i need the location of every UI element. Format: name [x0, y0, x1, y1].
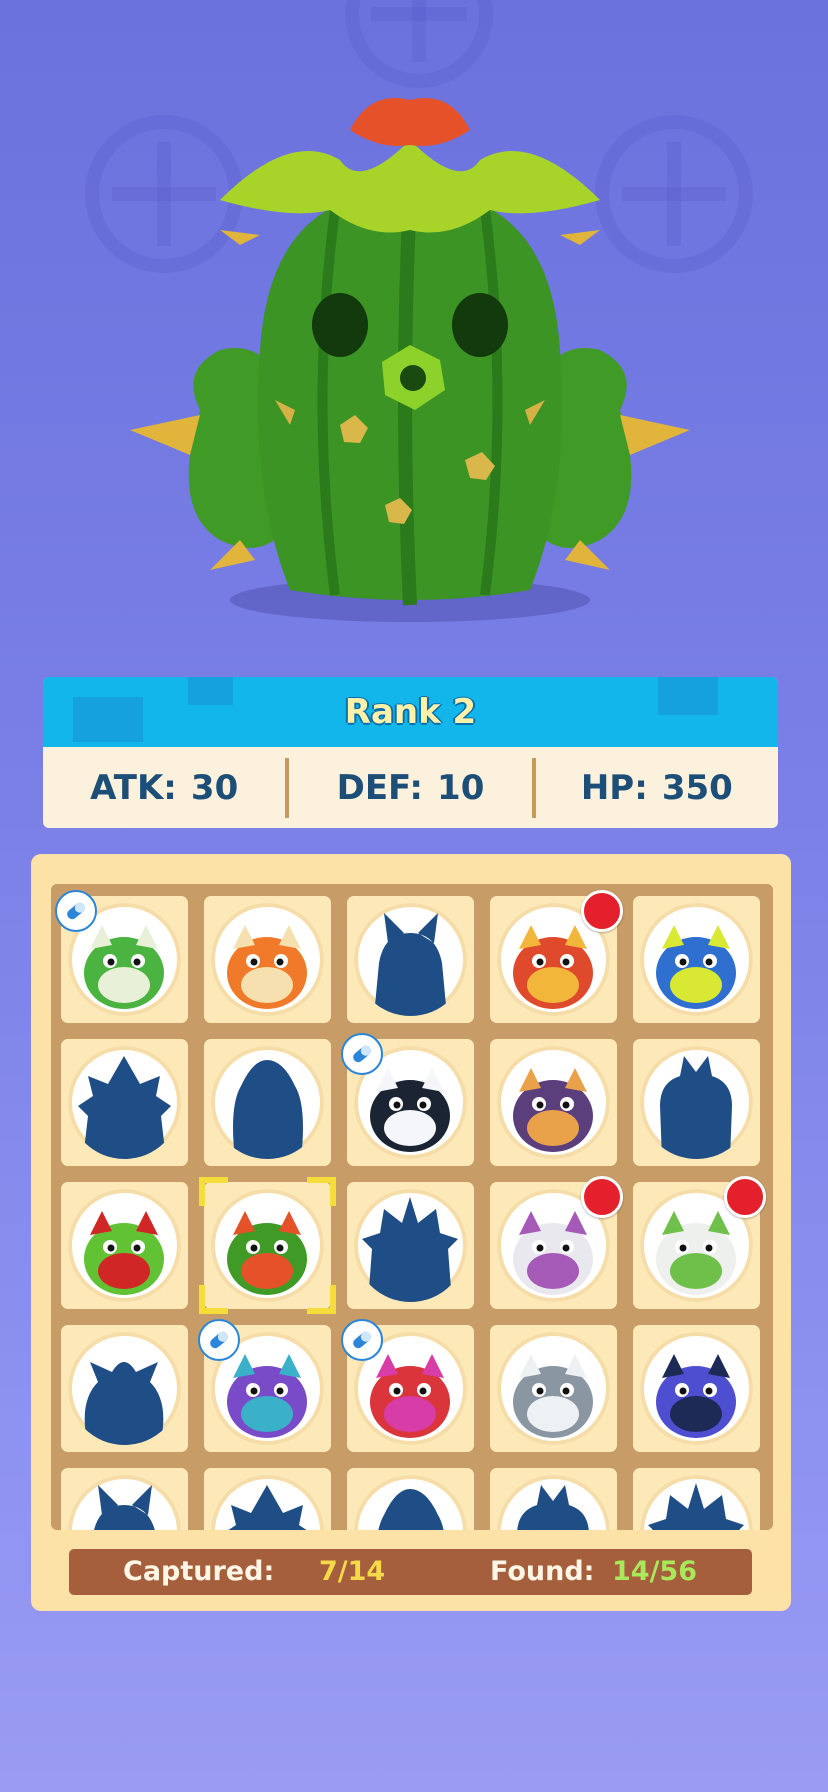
monster-slot-22[interactable] [204, 1468, 331, 1530]
captured-value: 7/14 [319, 1556, 386, 1587]
monster-slot-7[interactable] [204, 1039, 331, 1166]
collection-grid [55, 890, 771, 1530]
monster-slot-23[interactable] [347, 1468, 474, 1530]
monster-slot-13[interactable] [347, 1182, 474, 1309]
hp-stat: HP: 350 [536, 768, 778, 808]
blue-spiky-creature-portrait [640, 903, 753, 1016]
green-cyclops-portrait [68, 1189, 181, 1302]
notification-badge [581, 890, 623, 932]
orange-frog-portrait [211, 903, 324, 1016]
monster-collection-panel: Captured: 7/14 Found: 14/56 [31, 854, 791, 1611]
monster-slot-24[interactable] [490, 1468, 617, 1530]
capsule-icon [55, 890, 97, 932]
captured-label: Captured: [123, 1556, 275, 1587]
capsule-icon [341, 1033, 383, 1075]
monster-slot-1[interactable] [55, 890, 188, 1023]
monster-slot-11[interactable] [61, 1182, 188, 1309]
found-value: 14/56 [612, 1556, 698, 1587]
monster-slot-25[interactable] [633, 1468, 760, 1530]
monster-slot-10[interactable] [633, 1039, 760, 1166]
hp-value: 350 [661, 767, 733, 808]
unknown-monster-silhouette [354, 1475, 467, 1530]
def-label: DEF: [336, 767, 424, 808]
hp-label: HP: [580, 767, 648, 808]
collection-grid-frame[interactable] [51, 884, 773, 1530]
grey-shark-portrait [497, 1332, 610, 1445]
monster-slot-4[interactable] [490, 890, 623, 1023]
monster-slot-14[interactable] [490, 1176, 623, 1309]
rank-bar: Rank 2 [43, 677, 778, 747]
unknown-monster-silhouette [211, 1046, 324, 1159]
def-value: 10 [437, 767, 485, 808]
unknown-monster-silhouette [497, 1475, 610, 1530]
monster-slot-8[interactable] [341, 1033, 474, 1166]
monster-slot-20[interactable] [633, 1325, 760, 1452]
monster-slot-17[interactable] [198, 1319, 331, 1452]
unknown-monster-silhouette [211, 1475, 324, 1530]
atk-value: 30 [190, 767, 239, 808]
unknown-monster-silhouette [68, 1475, 181, 1530]
collection-counts-bar: Captured: 7/14 Found: 14/56 [69, 1549, 752, 1595]
monster-slot-12[interactable] [199, 1177, 336, 1314]
pirate-shark-portrait [640, 1332, 753, 1445]
cactus-monster-preview [130, 98, 690, 622]
unknown-monster-silhouette [354, 1189, 467, 1302]
capsule-icon [198, 1319, 240, 1361]
monster-slot-6[interactable] [61, 1039, 188, 1166]
monster-slot-5[interactable] [633, 896, 760, 1023]
capsule-icon [341, 1319, 383, 1361]
stats-row: ATK: 30 DEF: 10 HP: 350 [43, 747, 778, 828]
unknown-monster-silhouette [640, 1046, 753, 1159]
selection-frame [198, 1176, 337, 1315]
found-label: Found: [490, 1556, 595, 1587]
monster-slot-3[interactable] [347, 896, 474, 1023]
def-stat: DEF: 10 [289, 768, 531, 808]
unknown-monster-silhouette [354, 903, 467, 1016]
unknown-monster-silhouette [640, 1475, 753, 1530]
rank-label: Rank 2 [344, 692, 477, 732]
monster-stats-panel: Rank 2 ATK: 30 DEF: 10 HP: 350 [43, 677, 778, 828]
monster-slot-15[interactable] [633, 1176, 766, 1309]
monster-slot-2[interactable] [204, 896, 331, 1023]
emperor-penguin-portrait [497, 1046, 610, 1159]
unknown-monster-silhouette [68, 1332, 181, 1445]
notification-badge [724, 1176, 766, 1218]
monster-slot-16[interactable] [61, 1325, 188, 1452]
monster-slot-19[interactable] [490, 1325, 617, 1452]
monster-slot-9[interactable] [490, 1039, 617, 1166]
atk-label: ATK: [90, 767, 177, 808]
monster-slot-18[interactable] [341, 1319, 474, 1452]
notification-badge [581, 1176, 623, 1218]
atk-stat: ATK: 30 [43, 768, 285, 808]
monster-slot-21[interactable] [61, 1468, 188, 1530]
unknown-monster-silhouette [68, 1046, 181, 1159]
